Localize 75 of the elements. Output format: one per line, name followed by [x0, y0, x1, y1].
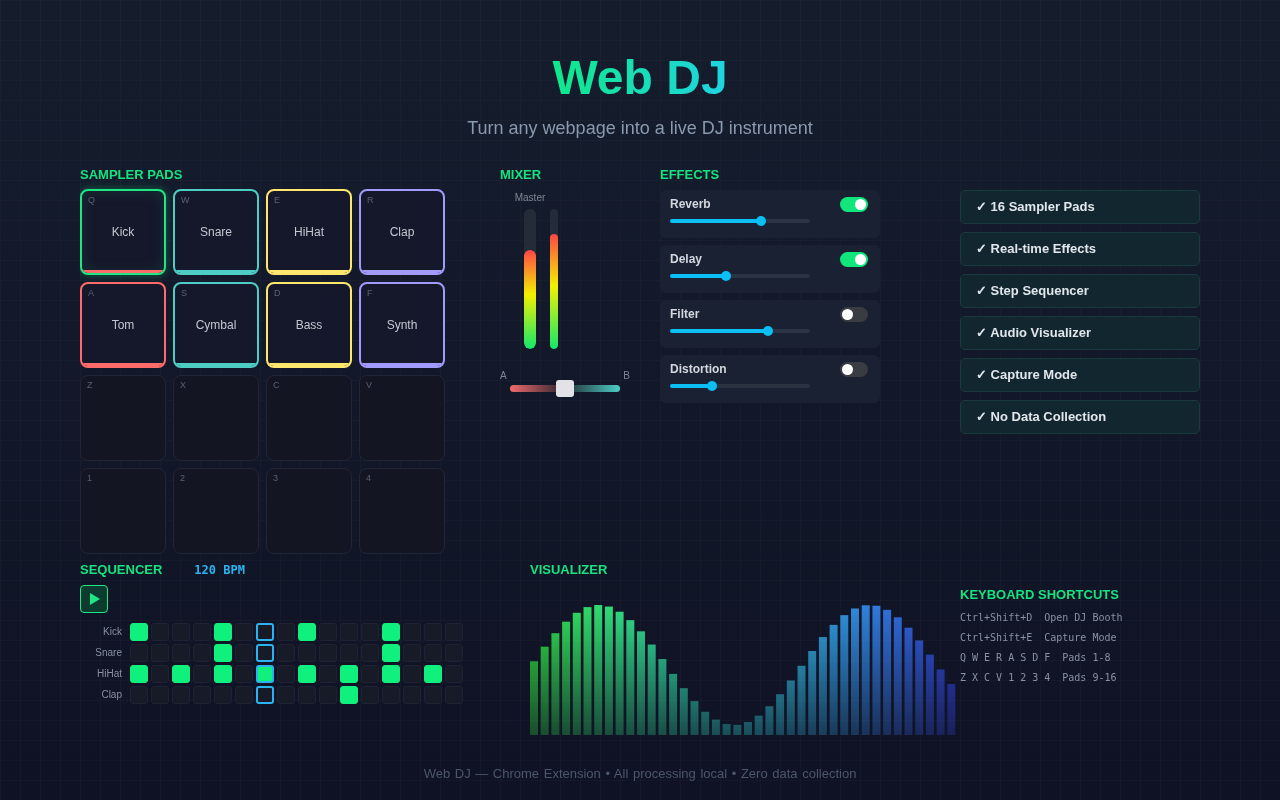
key-hint: 2 — [180, 473, 185, 484]
channel-label: Master — [514, 192, 546, 203]
key-hint: V — [366, 380, 372, 391]
effect-name: Filter — [670, 307, 700, 321]
key-hint: R — [367, 195, 374, 206]
effect-toggle[interactable] — [840, 197, 868, 212]
sampler-pad[interactable]: E HiHat — [266, 189, 352, 275]
key-hint: Q — [88, 195, 95, 206]
key-hint: W — [181, 195, 190, 206]
shortcut-keys: Q W E R A S D F — [960, 648, 1051, 668]
feature-item: ✓ Audio Visualizer — [960, 316, 1200, 350]
key-hint: X — [180, 380, 186, 391]
sampler-pad[interactable]: A Tom — [80, 282, 166, 368]
section-heading: VISUALIZER — [530, 562, 609, 578]
step-cell[interactable] — [256, 623, 274, 641]
slider-track[interactable] — [670, 274, 810, 278]
shortcut-keys: Ctrl+Shift+E — [960, 628, 1033, 648]
key-hint: Z — [87, 380, 93, 391]
step-cell[interactable] — [256, 665, 274, 683]
sampler-pad[interactable]: Q Kick — [80, 189, 166, 275]
track-label: HiHat — [96, 668, 122, 680]
key-hint: D — [274, 288, 281, 299]
crossfader-thumb[interactable] — [556, 380, 574, 397]
app-subtitle: Turn any webpage into a live DJ instrument — [466, 117, 814, 140]
sampler-pad[interactable]: D Bass — [266, 282, 352, 368]
slider-thumb[interactable] — [721, 271, 731, 281]
play-button[interactable] — [80, 585, 108, 613]
crossfader-label: B — [623, 370, 630, 382]
section-heading: MIXER — [500, 167, 543, 183]
effect-name: Reverb — [670, 197, 711, 211]
section-heading: KEYBOARD SHORTCUTS — [960, 587, 1120, 603]
sampler-pad[interactable]: W Snare — [173, 189, 259, 275]
bpm-readout: 120 BPM — [194, 562, 245, 578]
key-hint: 3 — [273, 473, 278, 484]
shortcut-action: Pads 1-8 — [1062, 651, 1111, 665]
effect-name: Delay — [670, 252, 703, 266]
slider-track[interactable] — [670, 384, 810, 388]
effect-name: Distortion — [670, 362, 727, 376]
section-heading: SAMPLER PADS — [80, 167, 184, 183]
section-heading: SEQUENCER — [80, 562, 163, 578]
shortcut-keys: Ctrl+Shift+D — [960, 608, 1033, 628]
footer-text: Web DJ — Chrome Extension • All processing local • Zero data collection — [423, 766, 857, 781]
effect-toggle[interactable] — [840, 307, 868, 322]
track-label: Snare — [94, 647, 122, 659]
key-hint: 1 — [87, 473, 92, 484]
slider-thumb[interactable] — [756, 216, 766, 226]
key-hint: E — [274, 195, 280, 206]
shortcut-keys: Z X C V 1 2 3 4 — [960, 668, 1051, 688]
track-label: Clap — [100, 689, 122, 701]
sampler-pad[interactable]: F Synth — [359, 282, 445, 368]
key-hint: 4 — [366, 473, 371, 484]
shortcut-action: Open DJ Booth — [1044, 611, 1123, 625]
feature-item: ✓ Capture Mode — [960, 358, 1200, 392]
section-heading: EFFECTS — [660, 167, 721, 183]
feature-item: ✓ 16 Sampler Pads — [960, 190, 1200, 224]
step-cell[interactable] — [256, 686, 274, 704]
effect-toggle[interactable] — [840, 252, 868, 267]
key-hint: F — [367, 288, 373, 299]
shortcut-action: Capture Mode — [1044, 631, 1117, 645]
slider-thumb[interactable] — [763, 326, 773, 336]
play-icon — [90, 593, 100, 605]
track-label: Kick — [102, 626, 122, 638]
slider-track[interactable] — [670, 219, 810, 223]
step-cell[interactable] — [256, 644, 274, 662]
slider-thumb[interactable] — [707, 381, 717, 391]
key-hint: C — [273, 380, 280, 391]
sampler-pad[interactable]: R Clap — [359, 189, 445, 275]
shortcut-action: Pads 9-16 — [1062, 671, 1117, 685]
feature-item: ✓ Step Sequencer — [960, 274, 1200, 308]
slider-track[interactable] — [670, 329, 810, 333]
feature-item: ✓ No Data Collection — [960, 400, 1200, 434]
key-hint: A — [88, 288, 94, 299]
effect-toggle[interactable] — [840, 362, 868, 377]
crossfader-label: A — [500, 370, 507, 382]
feature-item: ✓ Real-time Effects — [960, 232, 1200, 266]
